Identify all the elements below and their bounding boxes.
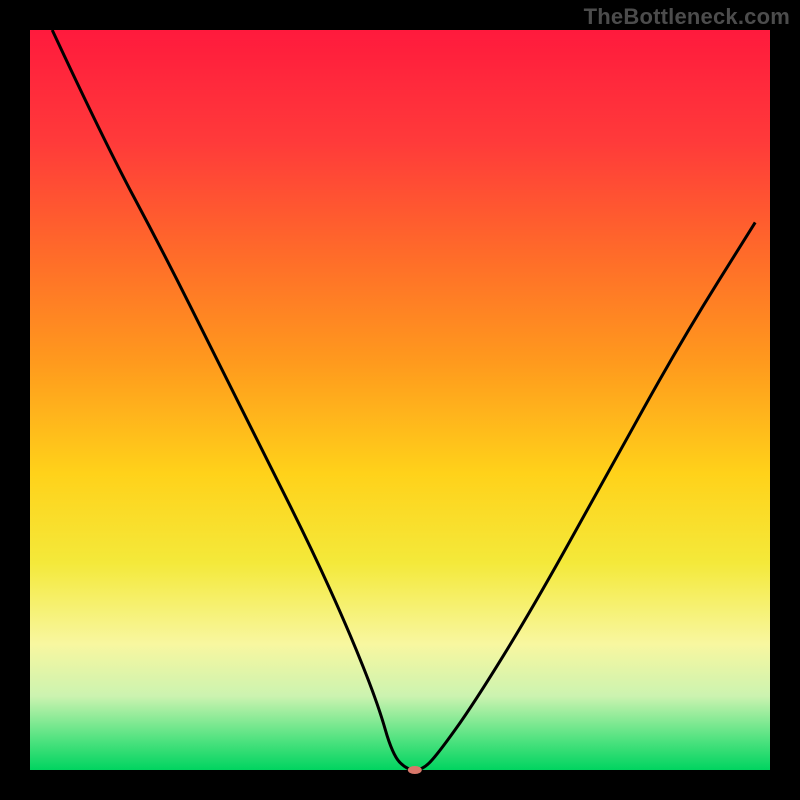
chart-container: TheBottleneck.com bbox=[0, 0, 800, 800]
bottleneck-chart bbox=[0, 0, 800, 800]
chart-plot-area bbox=[30, 30, 770, 770]
watermark-text: TheBottleneck.com bbox=[584, 4, 790, 30]
optimal-point-marker bbox=[408, 766, 422, 774]
